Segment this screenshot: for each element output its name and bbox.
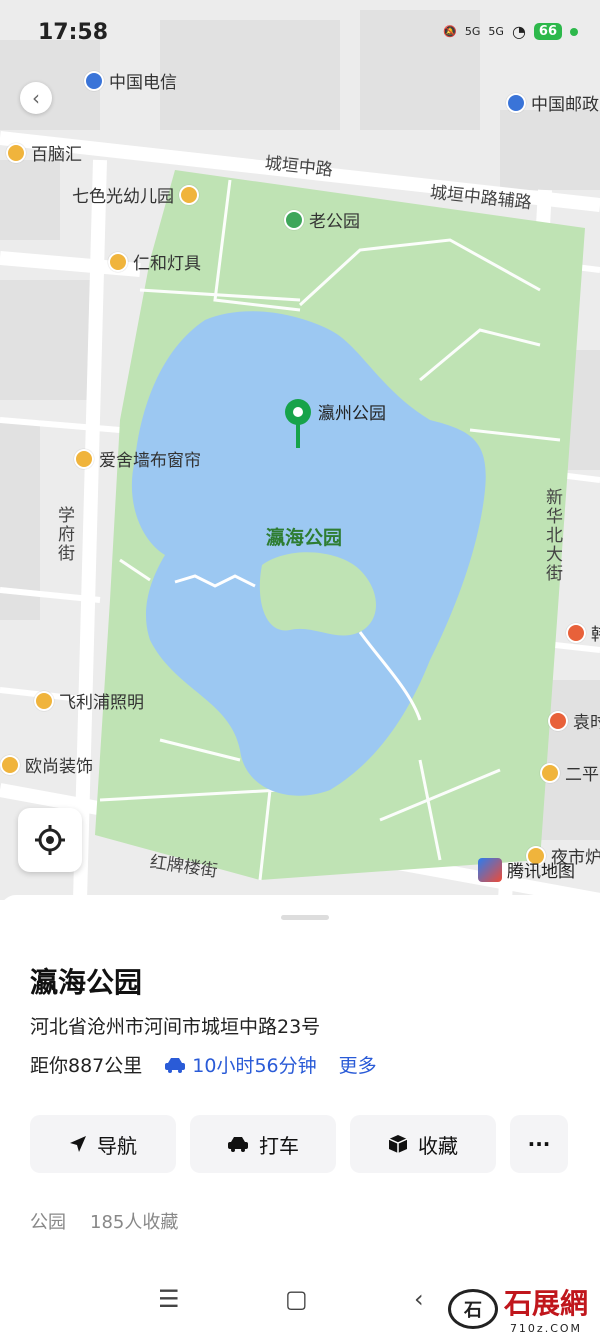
signal-icon: 5G bbox=[464, 25, 481, 38]
place-address: 河北省沧州市河间市城垣中路23号 bbox=[30, 1016, 321, 1038]
poi-han[interactable]: 韩 bbox=[566, 620, 600, 645]
place-title: 瀛海公园 bbox=[30, 966, 143, 999]
crosshair-icon bbox=[35, 825, 65, 855]
tencent-map-logo-icon bbox=[478, 857, 502, 882]
poi-renhe-lighting[interactable]: 仁和灯具 bbox=[108, 249, 201, 274]
home-icon[interactable]: ▢ bbox=[285, 1285, 308, 1313]
battery-indicator: 66 bbox=[533, 23, 562, 40]
poi-bainaohui[interactable]: 百脑汇 bbox=[6, 140, 82, 165]
post-icon bbox=[506, 92, 526, 113]
poi-old-park[interactable]: 老公园 bbox=[284, 207, 360, 232]
place-category: 公园 bbox=[30, 1212, 66, 1233]
clock: 17:58 bbox=[38, 20, 109, 45]
taxi-button[interactable]: 打车 bbox=[190, 1115, 336, 1173]
road-label-west: 学府街 bbox=[54, 506, 74, 563]
action-bar: 导航 打车 收藏 ··· bbox=[30, 1115, 568, 1173]
shop-icon bbox=[74, 448, 94, 469]
more-routes-link[interactable]: 更多 bbox=[339, 1051, 377, 1078]
mute-icon: 🔕 bbox=[443, 25, 457, 38]
favorites-count: 185人收藏 bbox=[90, 1212, 179, 1233]
drive-time[interactable]: 10小时56分钟 bbox=[164, 1051, 317, 1078]
car-icon bbox=[165, 1057, 186, 1073]
shop-icon bbox=[34, 690, 54, 711]
ellipsis-icon: ··· bbox=[527, 1132, 551, 1156]
school-icon bbox=[179, 184, 199, 205]
wifi-icon: ◔ bbox=[511, 22, 526, 41]
shop-icon bbox=[108, 251, 128, 272]
menu-icon[interactable]: ☰ bbox=[158, 1285, 180, 1313]
restaurant-icon bbox=[548, 710, 568, 731]
pin-label: 瀛州公园 bbox=[318, 404, 386, 424]
poi-kindergarten[interactable]: 七色光幼儿园 bbox=[72, 182, 199, 207]
distance-text: 距你887公里 bbox=[30, 1055, 143, 1077]
poi-philips-lighting[interactable]: 飞利浦照明 bbox=[34, 688, 144, 713]
poi-aishe-curtain[interactable]: 爱舍墙布窗帘 bbox=[74, 446, 201, 471]
shop-icon bbox=[6, 142, 26, 163]
status-bar: 17:58 🔕 5G 5G ◔ 66 bbox=[0, 0, 600, 62]
poi-yuan[interactable]: 袁时 bbox=[548, 708, 600, 733]
distance-row: 距你887公里 10小时56分钟 更多 bbox=[30, 1051, 377, 1078]
restaurant-icon bbox=[566, 622, 586, 643]
taxi-icon bbox=[228, 1137, 248, 1152]
telecom-icon bbox=[84, 70, 104, 91]
map-attribution: 腾讯地图 bbox=[478, 857, 575, 882]
more-actions-button[interactable]: ··· bbox=[510, 1115, 568, 1173]
signal-icon: 5G bbox=[488, 25, 504, 38]
park-label: 瀛海公园 bbox=[266, 527, 343, 549]
locate-me-button[interactable] bbox=[18, 808, 82, 872]
poi-erping[interactable]: 二平 bbox=[540, 760, 599, 785]
privacy-dot-icon bbox=[570, 27, 578, 36]
shop-icon bbox=[0, 754, 20, 775]
shop-icon bbox=[540, 762, 560, 783]
favorite-button[interactable]: 收藏 bbox=[350, 1115, 496, 1173]
poi-china-post[interactable]: 中国邮政 bbox=[506, 90, 599, 115]
location-pin-icon[interactable] bbox=[283, 398, 313, 454]
back-icon[interactable]: ‹ bbox=[414, 1285, 424, 1313]
back-button[interactable]: ‹ bbox=[20, 82, 52, 114]
poi-oushang-decor[interactable]: 欧尚装饰 bbox=[0, 752, 93, 777]
park-icon bbox=[284, 209, 304, 230]
cube-icon bbox=[388, 1135, 408, 1153]
road-label-east: 新华北大街 bbox=[542, 488, 562, 583]
watermark-logo: 石 石展網 710z.COM bbox=[447, 1282, 588, 1335]
seal-icon: 石 bbox=[447, 1288, 498, 1329]
poi-china-telecom[interactable]: 中国电信 bbox=[84, 68, 177, 93]
navigation-arrow-icon bbox=[70, 1136, 86, 1152]
place-stats: 公园 185人收藏 bbox=[30, 1208, 178, 1234]
navigate-button[interactable]: 导航 bbox=[30, 1115, 176, 1173]
sheet-drag-handle[interactable] bbox=[281, 915, 329, 920]
chevron-left-icon: ‹ bbox=[32, 86, 40, 110]
